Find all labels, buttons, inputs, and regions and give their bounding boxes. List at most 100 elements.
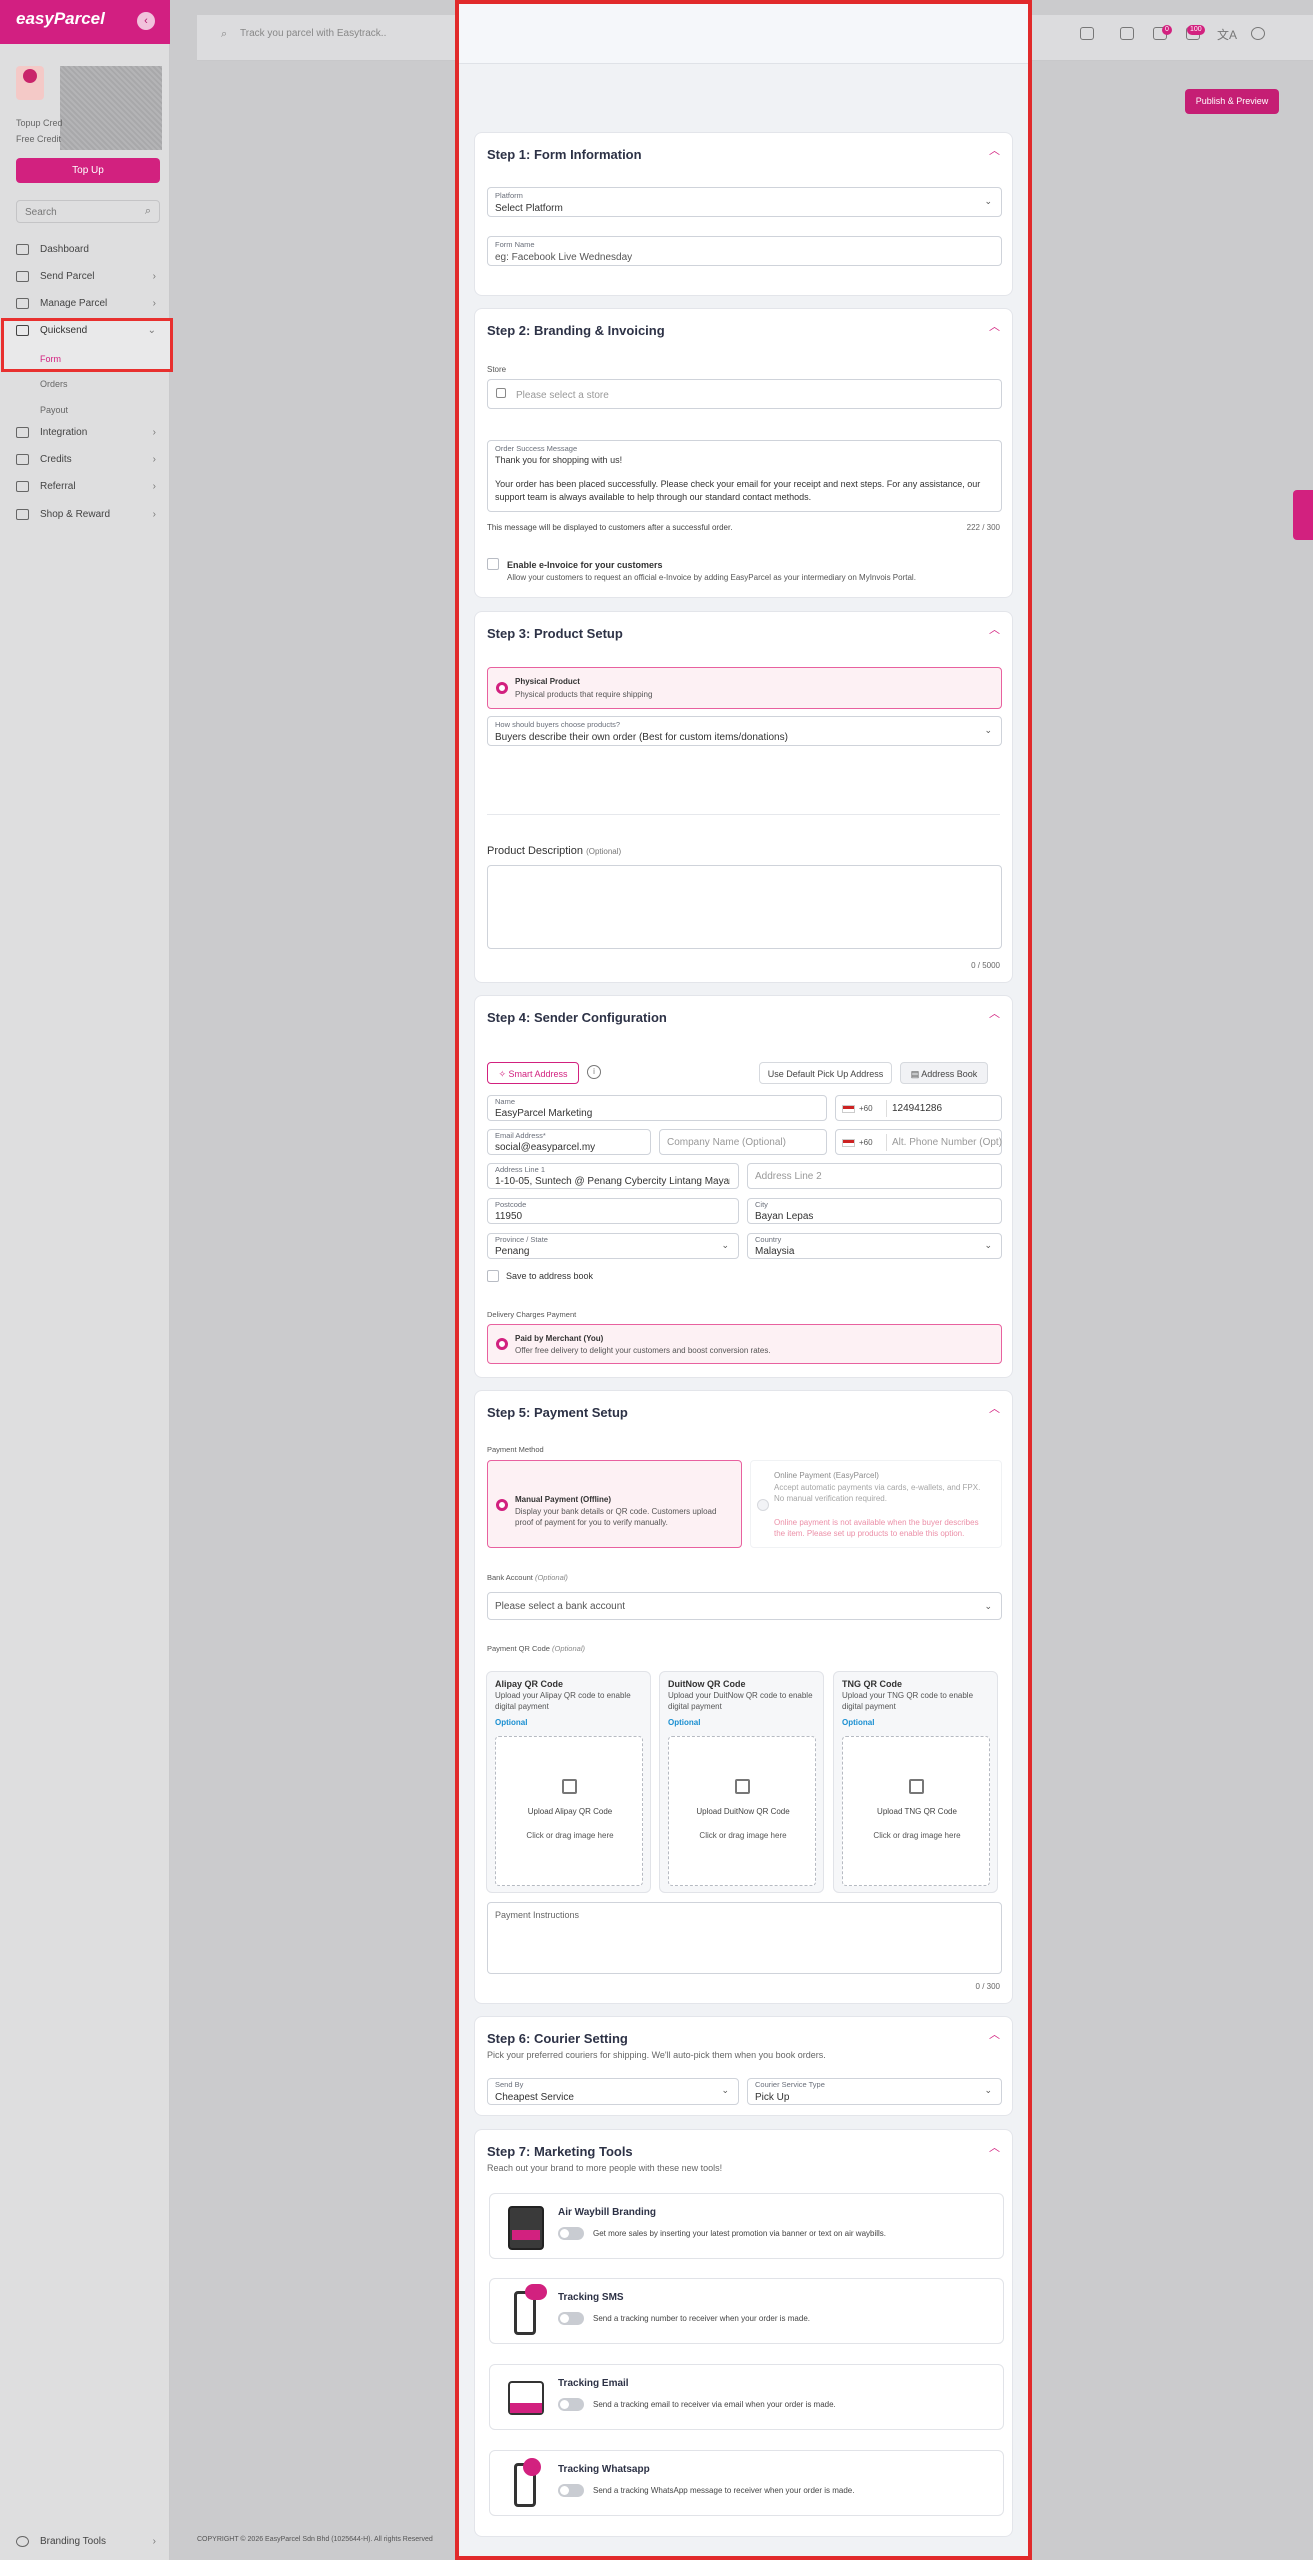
- tng-upload-dropzone[interactable]: Upload TNG QR Code Click or drag image h…: [842, 1736, 990, 1886]
- payment-instructions-textarea[interactable]: Payment Instructions: [487, 1902, 1002, 1974]
- postcode-label: Postcode: [495, 1200, 527, 1209]
- avatar[interactable]: [16, 66, 44, 100]
- collapse-sidebar-icon[interactable]: ‹: [137, 12, 155, 30]
- country-value: Malaysia: [755, 1246, 795, 1257]
- phone-input[interactable]: +60 124941286: [835, 1095, 1002, 1121]
- tracking-whatsapp-toggle[interactable]: [558, 2484, 584, 2497]
- radio-selected[interactable]: [496, 1499, 508, 1511]
- postcode-input[interactable]: Postcode 11950: [487, 1198, 739, 1224]
- tool-desc: Send a tracking number to receiver when …: [593, 2314, 810, 2323]
- upload-label: Upload TNG QR Code: [877, 1807, 957, 1816]
- step6-title: Step 6: Courier Setting: [487, 2031, 628, 2046]
- use-default-pickup-button[interactable]: Use Default Pick Up Address: [759, 1062, 892, 1084]
- sidebar-item-quicksend[interactable]: Quicksend ⌄: [16, 322, 156, 340]
- feedback-tab[interactable]: [1293, 490, 1313, 540]
- user-icon[interactable]: [1251, 27, 1265, 40]
- smart-address-button[interactable]: ✧ Smart Address: [487, 1062, 579, 1084]
- company-name-input[interactable]: Company Name (Optional): [659, 1129, 827, 1155]
- track-parcel-input[interactable]: Track you parcel with Easytrack..: [240, 28, 386, 39]
- state-select[interactable]: Province / State Penang ⌄: [487, 1233, 739, 1259]
- manual-payment-option[interactable]: Manual Payment (Offline) Display your ba…: [487, 1460, 742, 1548]
- save-address-checkbox[interactable]: [487, 1270, 499, 1282]
- shop-icon: [16, 509, 29, 520]
- dashboard-icon: [16, 244, 29, 255]
- drag-hint: Click or drag image here: [699, 1831, 787, 1840]
- radio-selected[interactable]: [496, 1338, 508, 1350]
- country-select[interactable]: Country Malaysia ⌄: [747, 1233, 1002, 1259]
- alipay-upload-dropzone[interactable]: Upload Alipay QR Code Click or drag imag…: [495, 1736, 643, 1886]
- address-line1-input[interactable]: Address Line 1 1-10-05, Suntech @ Penang…: [487, 1163, 739, 1189]
- tracking-sms-toggle[interactable]: [558, 2312, 584, 2325]
- chevron-up-icon[interactable]: ︿: [989, 2030, 1000, 2041]
- search-icon: ⌕: [144, 205, 151, 217]
- app-logo[interactable]: easyParcel: [16, 9, 105, 29]
- book-icon: ▤: [910, 1069, 922, 1079]
- footer-copyright: COPYRIGHT © 2026 EasyParcel Sdn Bhd (102…: [197, 2536, 433, 2543]
- radio-selected[interactable]: [496, 682, 508, 694]
- radio-disabled: [757, 1499, 769, 1511]
- credits-icon: [16, 454, 29, 465]
- info-icon[interactable]: i: [587, 1065, 601, 1079]
- bank-account-label: Bank Account (Optional): [487, 1573, 568, 1582]
- sidebar-item-credits[interactable]: Credits ›: [16, 451, 156, 469]
- chevron-up-icon[interactable]: ︿: [989, 146, 1000, 157]
- city-label: City: [755, 1200, 768, 1209]
- tracking-email-toggle[interactable]: [558, 2398, 584, 2411]
- chevron-up-icon[interactable]: ︿: [989, 625, 1000, 636]
- name-input[interactable]: Name EasyParcel Marketing: [487, 1095, 827, 1121]
- translate-icon[interactable]: 文A: [1217, 26, 1237, 43]
- air-waybill-toggle[interactable]: [558, 2227, 584, 2240]
- paid-by-merchant-option[interactable]: Paid by Merchant (You) Offer free delive…: [487, 1324, 1002, 1364]
- address-line1-label: Address Line 1: [495, 1165, 546, 1174]
- product-description-textarea[interactable]: [487, 865, 1002, 949]
- physical-product-option[interactable]: Physical Product Physical products that …: [487, 667, 1002, 709]
- address-line2-input[interactable]: Address Line 2: [747, 1163, 1002, 1189]
- address-book-button[interactable]: ▤ Address Book: [900, 1062, 988, 1084]
- city-input[interactable]: City Bayan Lepas: [747, 1198, 1002, 1224]
- bank-account-select[interactable]: Please select a bank account ⌄: [487, 1592, 1002, 1620]
- store-select[interactable]: Please select a store: [487, 379, 1002, 409]
- sidebar-item-dashboard[interactable]: Dashboard: [16, 241, 156, 259]
- send-by-select[interactable]: Send By Cheapest Service ⌄: [487, 2078, 739, 2105]
- alt-phone-input[interactable]: +60 Alt. Phone Number (Opt): [835, 1129, 1002, 1155]
- platform-select[interactable]: Platform Select Platform ⌄: [487, 187, 1002, 217]
- apps-grid-icon[interactable]: [1080, 27, 1094, 40]
- chevron-up-icon[interactable]: ︿: [989, 2143, 1000, 2154]
- sidebar-subitem-payout[interactable]: Payout: [40, 405, 68, 415]
- step1-title: Step 1: Form Information: [487, 147, 642, 162]
- message-line: support team is always available to help…: [495, 492, 812, 502]
- sidebar-item-shop-reward[interactable]: Shop & Reward ›: [16, 506, 156, 524]
- divider: [886, 1100, 887, 1117]
- chevron-up-icon[interactable]: ︿: [989, 1404, 1000, 1415]
- email-input[interactable]: Email Address* social@easyparcel.my: [487, 1129, 651, 1155]
- sidebar-item-integration[interactable]: Integration ›: [16, 424, 156, 442]
- einvoice-checkbox[interactable]: [487, 558, 499, 570]
- sidebar-item-manage-parcel[interactable]: Manage Parcel ›: [16, 295, 156, 313]
- sidebar-item-referral[interactable]: Referral ›: [16, 478, 156, 496]
- delivery-truck-icon[interactable]: [1120, 27, 1134, 40]
- sidebar-subitem-orders[interactable]: Orders: [40, 379, 68, 389]
- manual-payment-desc: proof of payment for you to verify manua…: [515, 1518, 668, 1527]
- profile-image: [60, 66, 162, 150]
- step7-title: Step 7: Marketing Tools: [487, 2144, 633, 2159]
- order-success-message-textarea[interactable]: Order Success Message Thank you for shop…: [487, 440, 1002, 512]
- tool-title: Air Waybill Branding: [558, 2207, 656, 2218]
- delivery-charges-label: Delivery Charges Payment: [487, 1310, 577, 1319]
- buyer-choice-select[interactable]: How should buyers choose products? Buyer…: [487, 716, 1002, 746]
- duitnow-upload-dropzone[interactable]: Upload DuitNow QR Code Click or drag ima…: [668, 1736, 816, 1886]
- courier-service-type-select[interactable]: Courier Service Type Pick Up ⌄: [747, 2078, 1002, 2105]
- chevron-up-icon[interactable]: ︿: [989, 322, 1000, 333]
- chevron-up-icon[interactable]: ︿: [989, 1009, 1000, 1020]
- sidebar-subitem-form[interactable]: Form: [40, 354, 61, 364]
- sidebar-item-label: Dashboard: [40, 244, 89, 255]
- save-address-label: Save to address book: [506, 1271, 594, 1281]
- step4-card: Step 4: Sender Configuration ︿ ✧ Smart A…: [474, 995, 1013, 1378]
- publish-preview-button[interactable]: Publish & Preview: [1185, 89, 1279, 114]
- sidebar-item-branding-tools[interactable]: Branding Tools ›: [16, 2533, 156, 2551]
- online-payment-desc: No manual verification required.: [774, 1494, 887, 1503]
- top-up-button[interactable]: Top Up: [16, 158, 160, 183]
- form-name-input[interactable]: Form Name eg: Facebook Live Wednesday: [487, 236, 1002, 266]
- sidebar-item-send-parcel[interactable]: Send Parcel ›: [16, 268, 156, 286]
- optional-label: (Optional): [552, 1644, 585, 1653]
- sidebar-search-input[interactable]: Search ⌕: [16, 200, 160, 223]
